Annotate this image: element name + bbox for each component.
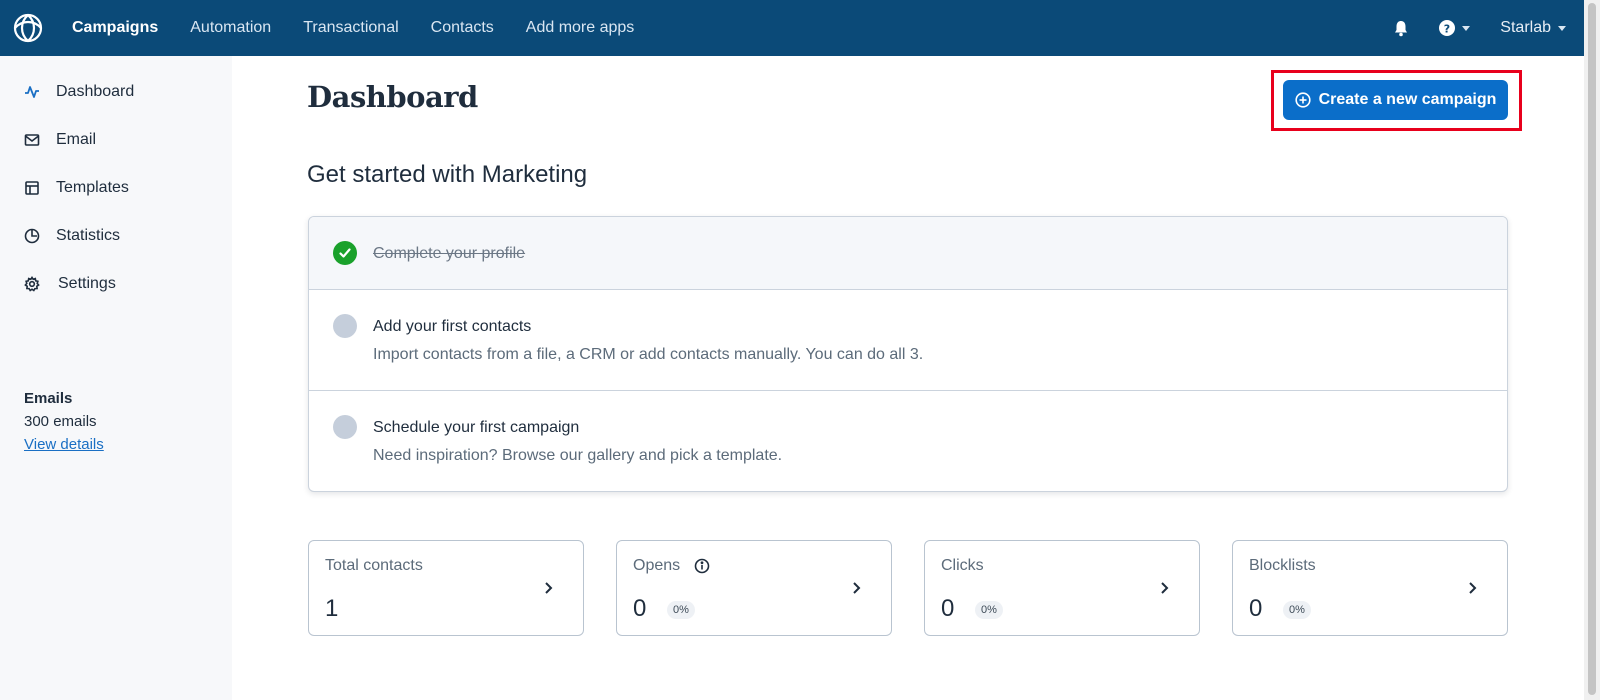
onboarding-checklist: Complete your profile Add your first con… [308, 216, 1508, 492]
step-title: Schedule your first campaign [373, 419, 580, 436]
stat-value: 0 [633, 595, 647, 622]
emails-title: Emails [24, 390, 73, 407]
top-right-controls: ? Starlab [1393, 0, 1584, 56]
help-menu[interactable]: ? [1439, 20, 1471, 36]
step-complete-profile[interactable]: Complete your profile [309, 217, 1507, 290]
svg-text:?: ? [1444, 22, 1450, 35]
step-description: Import contacts from a file, a CRM or ad… [373, 346, 924, 363]
stats-row: Total contacts 1 Opens 0 0% Clicks 0 0% … [308, 540, 1508, 636]
stat-label: Opens [633, 557, 681, 574]
stat-card-clicks[interactable]: Clicks 0 0% [924, 540, 1200, 636]
help-icon: ? [1439, 20, 1456, 36]
nav-automation[interactable]: Automation [174, 0, 287, 56]
envelope-icon [24, 132, 40, 148]
stat-percent-badge: 0% [667, 601, 695, 619]
stat-label-wrap: Opens [633, 557, 710, 575]
account-name: Starlab [1500, 19, 1551, 36]
check-circle-icon [333, 241, 357, 265]
sidebar-item-label: Email [56, 131, 97, 148]
create-campaign-button[interactable]: Create a new campaign [1283, 80, 1508, 120]
nav-contacts[interactable]: Contacts [415, 0, 510, 56]
nav-add-more-apps[interactable]: Add more apps [510, 0, 651, 56]
chevron-down-icon [1558, 25, 1566, 31]
chevron-right-icon [1159, 581, 1169, 600]
step-schedule-campaign[interactable]: Schedule your first campaign Need inspir… [309, 391, 1507, 491]
view-details-link[interactable]: View details [24, 436, 104, 453]
step-title: Add your first contacts [373, 318, 532, 335]
stat-value: 0 [1249, 595, 1263, 622]
chevron-right-icon [543, 581, 553, 600]
plus-circle-icon [1294, 92, 1311, 108]
step-title: Complete your profile [373, 245, 526, 262]
stat-card-opens[interactable]: Opens 0 0% [616, 540, 892, 636]
step-description: Need inspiration? Browse our gallery and… [373, 447, 783, 464]
sidebar-item-label: Statistics [56, 227, 121, 244]
pending-circle-icon [333, 415, 357, 439]
stat-card-blocklists[interactable]: Blocklists 0 0% [1232, 540, 1508, 636]
page-scrollbar[interactable] [1584, 0, 1600, 700]
top-navigation-bar: Campaigns Automation Transactional Conta… [0, 0, 1584, 56]
main-nav: Campaigns Automation Transactional Conta… [56, 0, 650, 56]
template-icon [24, 180, 40, 196]
sidebar-item-statistics[interactable]: Statistics [0, 212, 232, 260]
gear-icon [24, 276, 40, 292]
sidebar-item-label: Settings [58, 275, 116, 292]
stat-percent-badge: 0% [1283, 601, 1311, 619]
stat-value: 1 [325, 595, 339, 622]
sidebar-item-label: Templates [56, 179, 129, 196]
section-title: Get started with Marketing [307, 161, 588, 188]
nav-transactional[interactable]: Transactional [287, 0, 414, 56]
sidebar-item-label: Dashboard [56, 83, 135, 100]
sidebar: Dashboard Email Templates Statistics Set… [0, 56, 232, 700]
info-icon[interactable] [694, 558, 710, 574]
nav-campaigns[interactable]: Campaigns [56, 0, 174, 56]
create-campaign-label: Create a new campaign [1318, 91, 1497, 108]
stat-label: Blocklists [1249, 557, 1316, 574]
bell-icon[interactable] [1393, 20, 1409, 37]
pending-circle-icon [333, 314, 357, 338]
emails-count: 300 emails [24, 413, 97, 430]
stat-card-total-contacts[interactable]: Total contacts 1 [308, 540, 584, 636]
account-menu[interactable]: Starlab [1500, 19, 1566, 37]
stat-label: Total contacts [325, 557, 423, 574]
emails-quota: Emails 300 emails View details [24, 390, 104, 453]
activity-icon [24, 84, 40, 100]
stat-percent-badge: 0% [975, 601, 1003, 619]
sidebar-item-email[interactable]: Email [0, 116, 232, 164]
sidebar-item-dashboard[interactable]: Dashboard [0, 68, 232, 116]
stat-label: Clicks [941, 557, 984, 574]
sendinblue-logo-icon[interactable] [0, 0, 56, 56]
pie-chart-icon [24, 228, 40, 244]
chevron-right-icon [851, 581, 861, 600]
sidebar-item-settings[interactable]: Settings [0, 260, 232, 308]
sidebar-item-templates[interactable]: Templates [0, 164, 232, 212]
scrollbar-thumb[interactable] [1588, 3, 1596, 695]
step-add-contacts[interactable]: Add your first contacts Import contacts … [309, 290, 1507, 391]
chevron-down-icon [1462, 25, 1471, 31]
chevron-right-icon [1467, 581, 1477, 600]
stat-value: 0 [941, 595, 955, 622]
page-title: Dashboard [307, 80, 478, 114]
